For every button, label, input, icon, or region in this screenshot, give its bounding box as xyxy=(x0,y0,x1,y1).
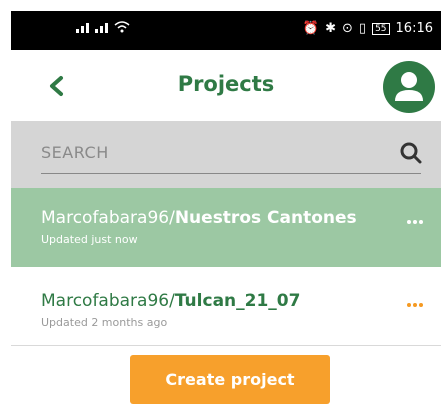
status-right: ⏰ ✱ ⊙ ▯ 55 16:16 xyxy=(303,21,433,36)
project-title: Marcofabara96/Tulcan_21_07 xyxy=(41,291,300,311)
signal-indicators xyxy=(76,21,130,33)
search-underline xyxy=(41,173,421,174)
wifi-icon xyxy=(114,21,130,33)
project-name: Nuestros Cantones xyxy=(174,208,357,228)
location-icon: ⊙ xyxy=(342,21,353,36)
project-title: Marcofabara96/Nuestros Cantones xyxy=(41,208,357,228)
status-bar: ⏰ ✱ ⊙ ▯ 55 16:16 xyxy=(11,11,441,50)
search-input[interactable]: SEARCH xyxy=(41,143,109,162)
project-row[interactable]: Marcofabara96/Tulcan_21_07 Updated 2 mon… xyxy=(11,271,441,346)
status-time: 16:16 xyxy=(395,21,433,36)
signal-icon xyxy=(95,23,108,33)
user-avatar-icon[interactable] xyxy=(383,61,435,113)
project-updated: Updated just now xyxy=(41,233,138,246)
project-owner: Marcofabara96/ xyxy=(41,208,175,228)
more-options-icon[interactable] xyxy=(407,220,423,224)
app-header: Projects xyxy=(11,50,441,121)
create-project-button[interactable]: Create project xyxy=(130,355,330,404)
project-owner: Marcofabara96/ xyxy=(41,291,175,311)
bluetooth-icon: ✱ xyxy=(325,21,337,36)
battery-icon: 55 xyxy=(372,22,390,35)
search-bar: SEARCH xyxy=(11,121,441,188)
page-title: Projects xyxy=(177,72,275,96)
search-icon[interactable] xyxy=(399,141,423,165)
alarm-icon: ⏰ xyxy=(302,21,320,36)
more-options-icon[interactable] xyxy=(407,303,423,307)
signal-icon xyxy=(76,23,89,33)
project-row-selected[interactable]: Marcofabara96/Nuestros Cantones Updated … xyxy=(11,188,441,267)
project-updated: Updated 2 months ago xyxy=(41,316,168,329)
project-name: Tulcan_21_07 xyxy=(174,291,301,311)
vibrate-icon: ▯ xyxy=(358,21,367,36)
